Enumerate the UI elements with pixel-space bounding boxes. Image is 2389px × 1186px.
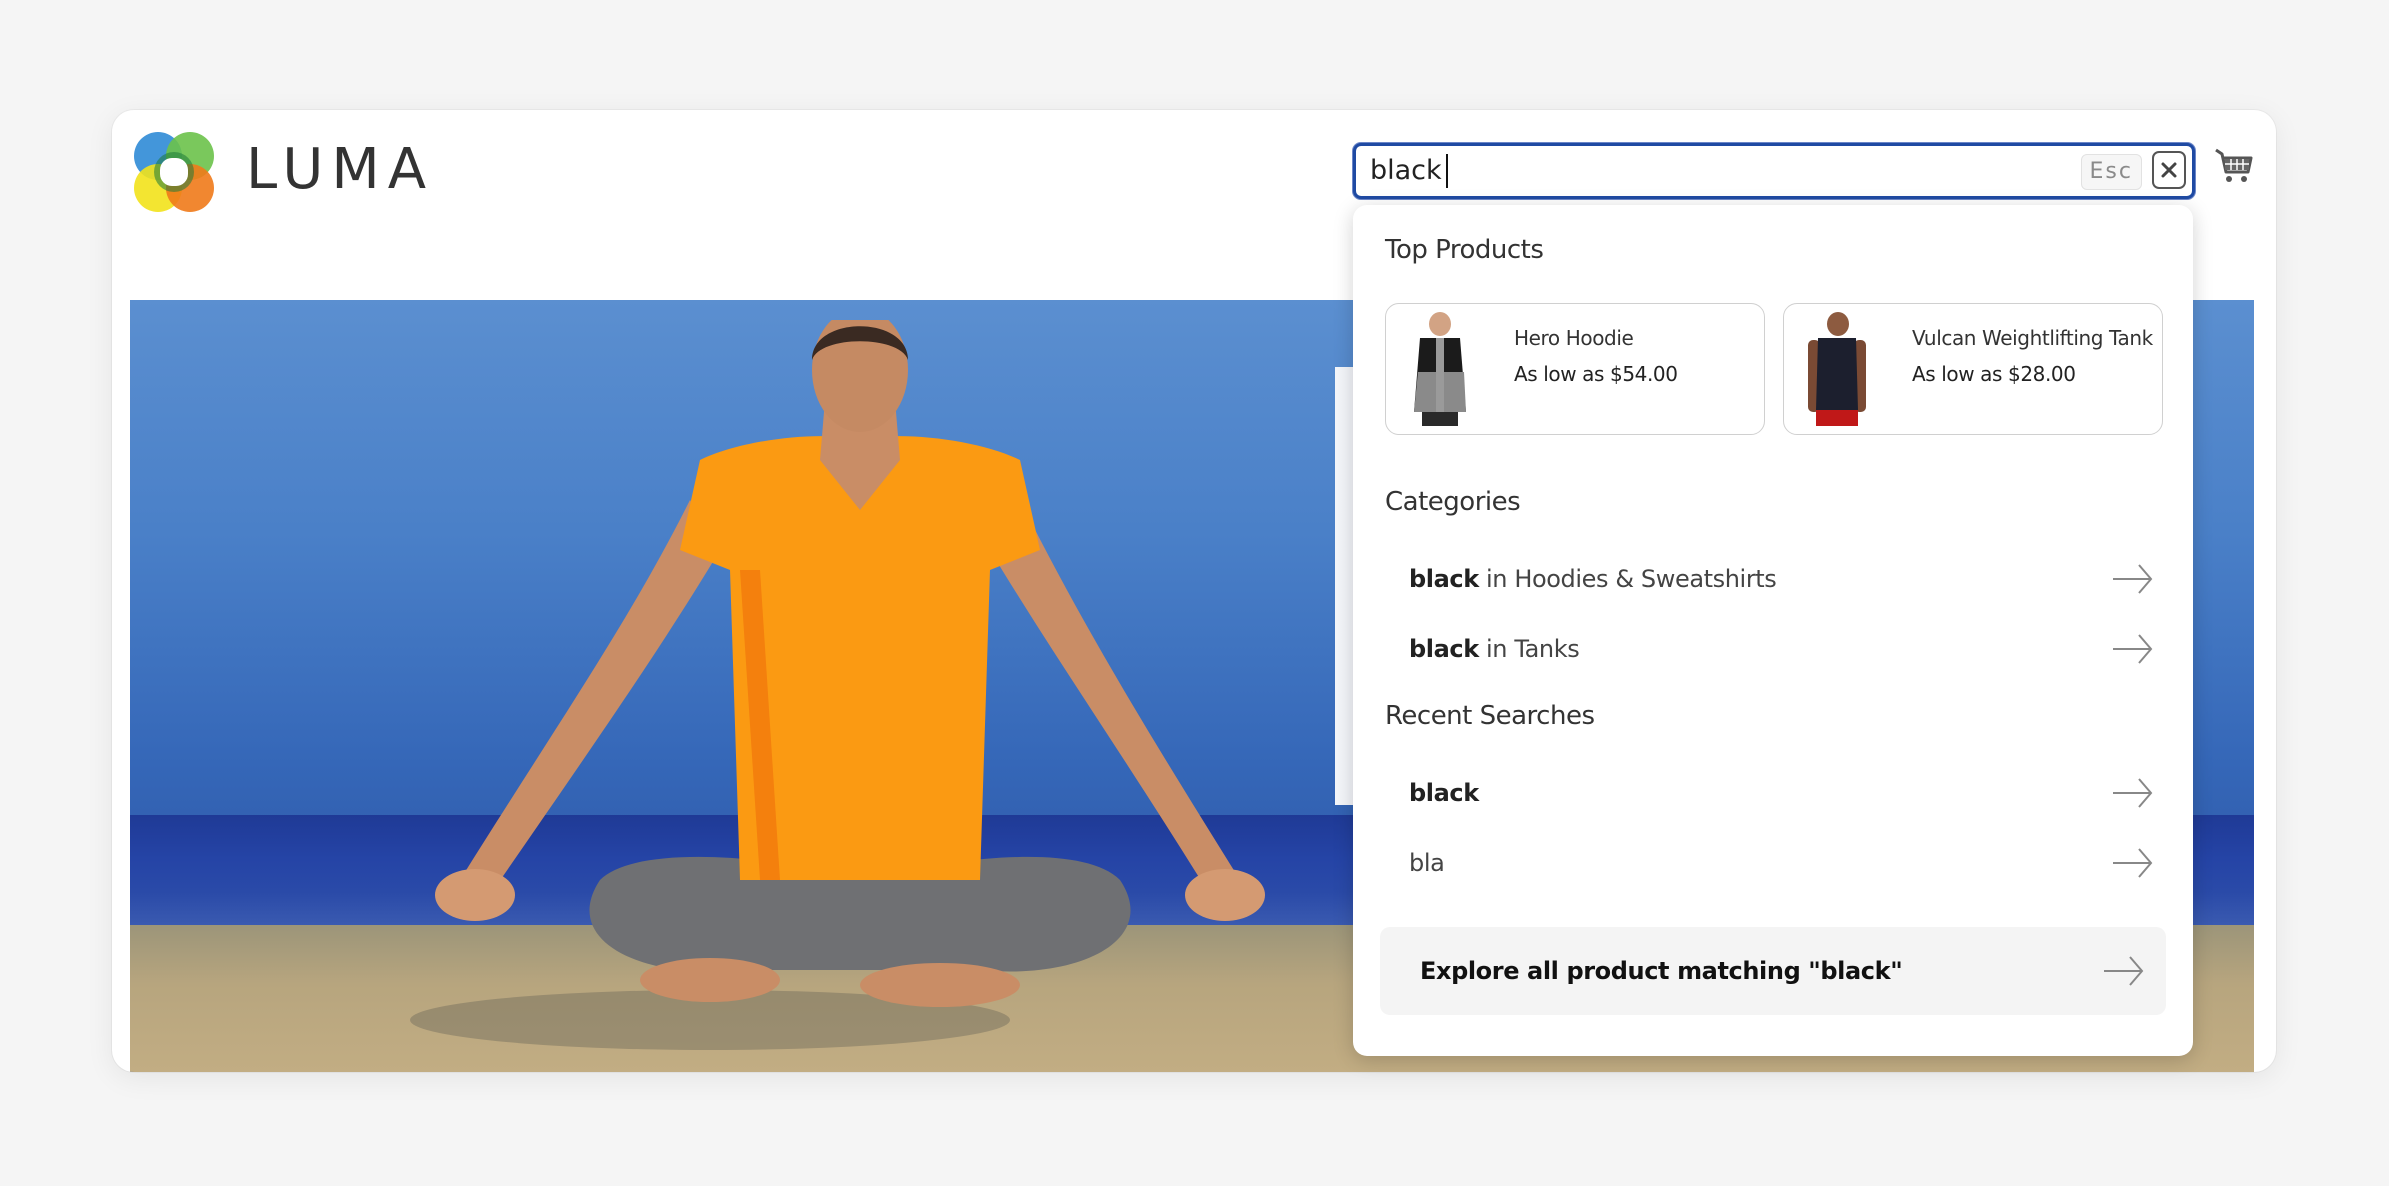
arrow-right-icon bbox=[2113, 848, 2153, 878]
tank-thumbnail bbox=[1808, 312, 1866, 426]
arrow-right-icon bbox=[2104, 956, 2144, 986]
category-text: in Tanks bbox=[1478, 635, 1580, 663]
category-text: in Hoodies & Sweatshirts bbox=[1478, 565, 1777, 593]
match-text: black bbox=[1409, 565, 1479, 593]
recent-search-text: bla bbox=[1409, 849, 1445, 877]
close-icon bbox=[2161, 162, 2177, 178]
search-input[interactable] bbox=[1370, 146, 2050, 196]
arrow-right-icon bbox=[2113, 634, 2153, 664]
explore-label: Explore all product matching "black" bbox=[1420, 957, 1903, 985]
match-text: black bbox=[1409, 779, 1479, 807]
shopping-cart-icon[interactable] bbox=[2214, 146, 2254, 186]
meditating-woman-figure bbox=[410, 320, 1265, 1050]
explore-all-products-button[interactable]: Explore all product matching "black" bbox=[1380, 927, 2166, 1015]
product-card[interactable]: Hero Hoodie As low as $54.00 bbox=[1385, 303, 1765, 435]
categories-heading: Categories bbox=[1385, 487, 1521, 517]
recent-searches-heading: Recent Searches bbox=[1385, 701, 1595, 731]
product-price: As low as $28.00 bbox=[1912, 362, 2076, 386]
arrow-right-icon bbox=[2113, 778, 2153, 808]
search-autocomplete-dropdown: Top Products Hero Hoodie As low as $54.0… bbox=[1353, 205, 2193, 1056]
top-products-heading: Top Products bbox=[1385, 235, 1544, 265]
match-text: black bbox=[1409, 635, 1479, 663]
text-caret bbox=[1446, 154, 1448, 188]
product-price: As low as $54.00 bbox=[1514, 362, 1678, 386]
product-name: Vulcan Weightlifting Tank bbox=[1912, 326, 2153, 350]
arrow-right-icon bbox=[2113, 564, 2153, 594]
product-card[interactable]: Vulcan Weightlifting Tank As low as $28.… bbox=[1783, 303, 2163, 435]
esc-key-hint[interactable]: Esc bbox=[2080, 154, 2142, 190]
search-box[interactable]: Esc bbox=[1353, 143, 2195, 199]
brand-name[interactable]: LUMA bbox=[246, 140, 434, 200]
category-suggestion[interactable]: black in Tanks bbox=[1377, 621, 2159, 677]
luma-logo-icon[interactable] bbox=[130, 128, 218, 216]
recent-search-item[interactable]: black bbox=[1377, 765, 2159, 821]
product-name: Hero Hoodie bbox=[1514, 326, 1634, 350]
hoodie-thumbnail bbox=[1414, 312, 1466, 426]
clear-search-button[interactable] bbox=[2152, 151, 2186, 189]
recent-search-item[interactable]: bla bbox=[1377, 835, 2159, 891]
category-suggestion[interactable]: black in Hoodies & Sweatshirts bbox=[1377, 551, 2159, 607]
